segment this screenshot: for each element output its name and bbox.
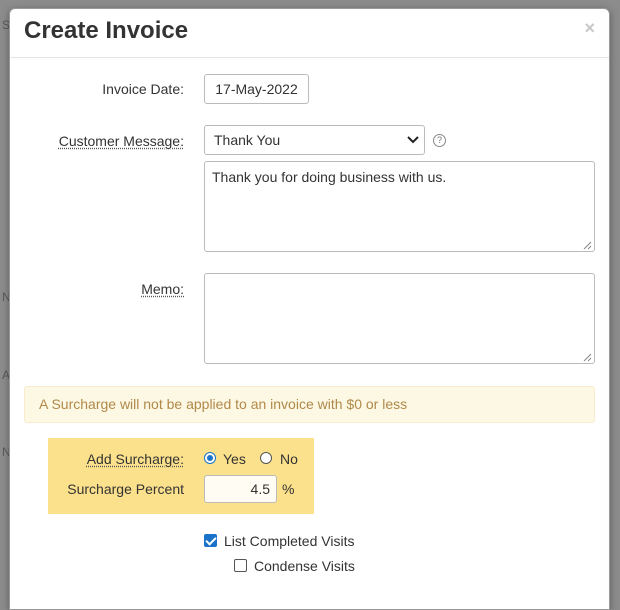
invoice-date-input[interactable]: [204, 74, 309, 104]
resize-grip-icon[interactable]: [583, 353, 592, 362]
customer-message-select[interactable]: Thank You: [204, 125, 425, 155]
customer-message-selected-value: Thank You: [214, 132, 280, 148]
invoice-date-label: Invoice Date:: [10, 81, 184, 97]
customer-message-textarea[interactable]: Thank you for doing business with us.: [204, 161, 595, 252]
surcharge-yes-radio[interactable]: [204, 452, 216, 464]
surcharge-percent-label: Surcharge Percent: [10, 481, 184, 497]
dialog-title: Create Invoice: [24, 17, 188, 45]
question-circle-icon[interactable]: ?: [433, 134, 446, 147]
create-invoice-dialog: Create Invoice × Invoice Date: Customer …: [9, 8, 610, 610]
condense-visits-checkbox[interactable]: [234, 559, 247, 572]
surcharge-no-radio[interactable]: [260, 452, 272, 464]
surcharge-yes-label[interactable]: Yes: [223, 451, 246, 467]
surcharge-warning-alert: A Surcharge will not be applied to an in…: [24, 386, 595, 423]
add-surcharge-label: Add Surcharge:: [10, 451, 184, 467]
memo-label: Memo:: [10, 281, 184, 297]
surcharge-percent-input[interactable]: [204, 475, 277, 503]
chevron-down-icon: [402, 125, 424, 155]
memo-textarea[interactable]: [204, 273, 595, 364]
customer-message-label: Customer Message:: [10, 133, 184, 149]
dialog-header: Create Invoice ×: [10, 9, 609, 58]
list-completed-visits-checkbox[interactable]: [204, 534, 217, 547]
percent-unit: %: [282, 481, 294, 497]
resize-grip-icon[interactable]: [583, 241, 592, 250]
close-button[interactable]: ×: [584, 19, 595, 37]
surcharge-no-label[interactable]: No: [280, 451, 298, 467]
condense-visits-label[interactable]: Condense Visits: [254, 558, 355, 574]
list-completed-visits-label[interactable]: List Completed Visits: [224, 533, 354, 549]
